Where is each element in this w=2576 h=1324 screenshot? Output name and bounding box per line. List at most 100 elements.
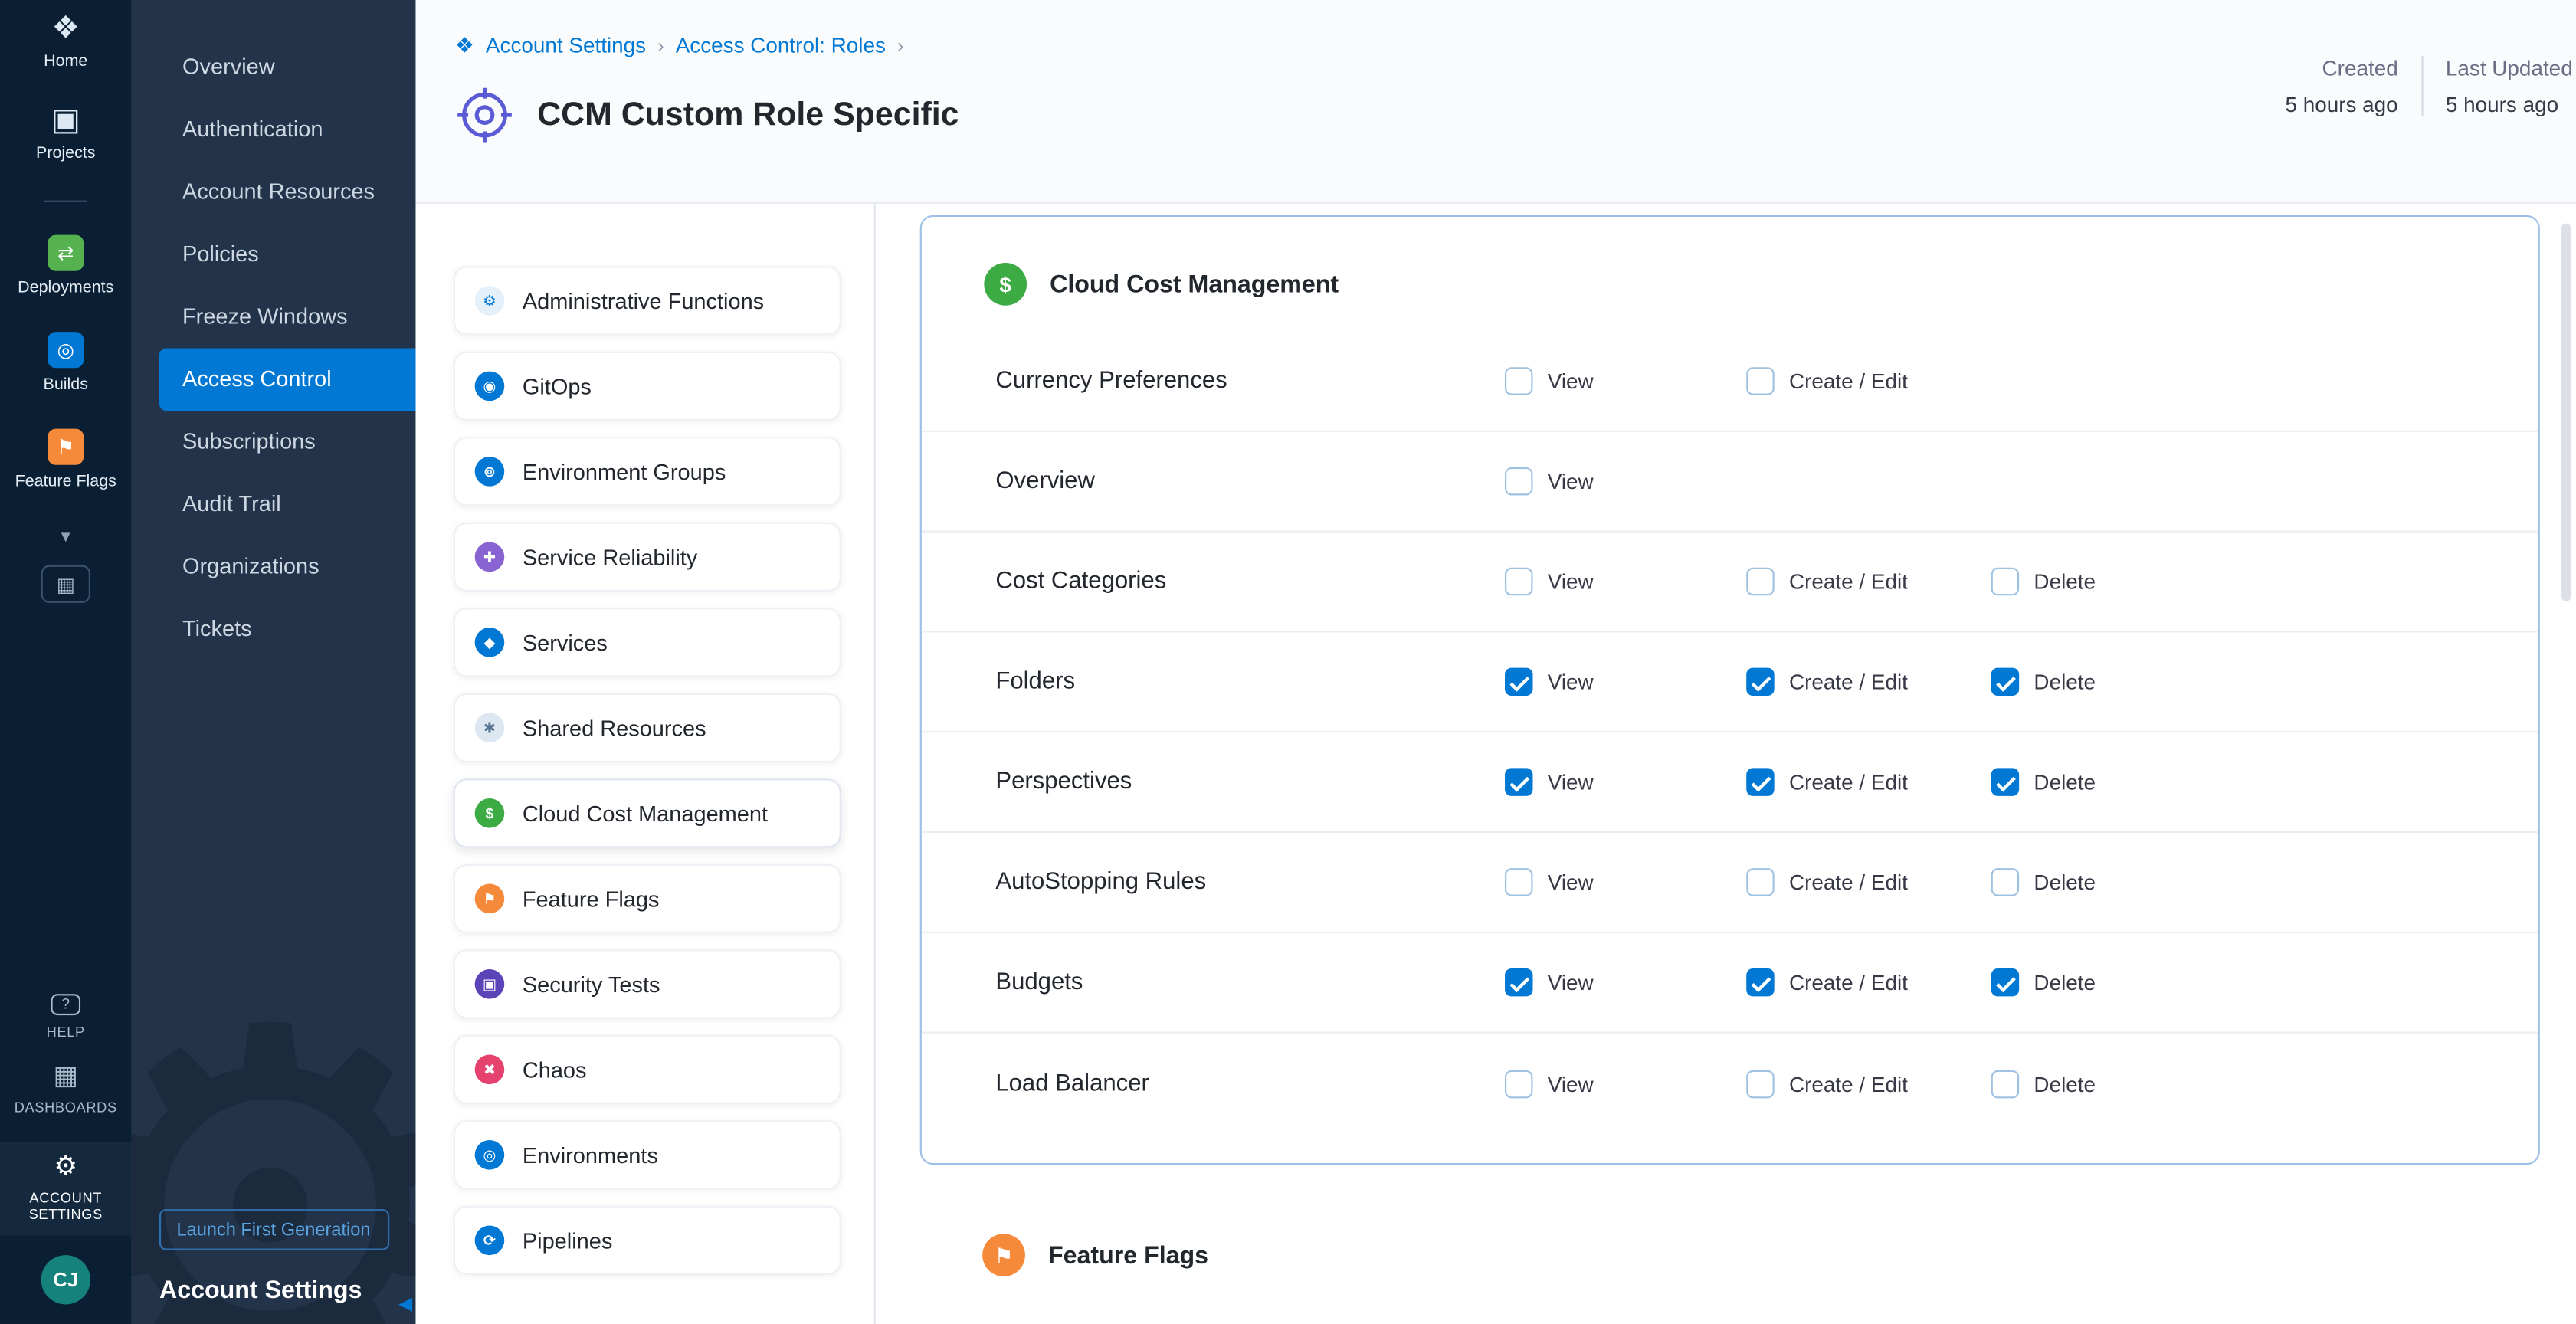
checkbox-checked-icon[interactable]: [1746, 768, 1774, 795]
sidebar-item-overview[interactable]: Overview: [132, 36, 416, 98]
permission-cost-categories-view[interactable]: View: [1505, 568, 1594, 595]
checkbox-unchecked-icon[interactable]: [1505, 1070, 1532, 1097]
permission-cost-categories-create-edit[interactable]: Create / Edit: [1746, 568, 1908, 595]
checkbox-unchecked-icon[interactable]: [1991, 1070, 2019, 1097]
created-value: 5 hours ago: [2285, 92, 2397, 116]
category-service-reliability[interactable]: ✚ Service Reliability: [454, 523, 841, 592]
checkbox-checked-icon[interactable]: [1746, 668, 1774, 696]
rail-item-projects[interactable]: ▣ Projects: [0, 105, 132, 164]
cloud-cost-management-icon: $: [475, 798, 505, 828]
environments-icon: ◎: [475, 1140, 505, 1170]
meta-divider: [2421, 56, 2423, 116]
checkbox-unchecked-icon[interactable]: [1505, 568, 1532, 595]
checkbox-unchecked-icon[interactable]: [1505, 467, 1532, 495]
permission-load-balancer-view[interactable]: View: [1505, 1070, 1594, 1097]
checkbox-unchecked-icon[interactable]: [1991, 568, 2019, 595]
permission-budgets-create-edit[interactable]: Create / Edit: [1746, 968, 1908, 996]
category-security-tests[interactable]: ▣ Security Tests: [454, 949, 841, 1018]
sidebar-item-audit-trail[interactable]: Audit Trail: [132, 474, 416, 536]
sidebar-item-access-control[interactable]: Access Control: [159, 349, 415, 411]
checkbox-unchecked-icon[interactable]: [1746, 367, 1774, 395]
dashboards-grid-icon: ▦: [54, 1065, 78, 1091]
permission-perspectives-create-edit[interactable]: Create / Edit: [1746, 768, 1908, 795]
category-feature-flags[interactable]: ⚑ Feature Flags: [454, 864, 841, 933]
checkbox-checked-icon[interactable]: [1505, 968, 1532, 996]
main-area: ❖Account Settings›Access Control: Roles›…: [415, 0, 2576, 1324]
created-meta: Created 5 hours ago: [2285, 56, 2397, 116]
permission-cost-categories-delete[interactable]: Delete: [1991, 568, 2096, 595]
page-title: CCM Custom Role Specific: [537, 96, 959, 133]
permission-perspectives-view[interactable]: View: [1505, 768, 1594, 795]
category-gitops[interactable]: ◉ GitOps: [454, 352, 841, 421]
permission-load-balancer-create-edit[interactable]: Create / Edit: [1746, 1070, 1908, 1097]
checkbox-unchecked-icon[interactable]: [1746, 1070, 1774, 1097]
rail-item-deployments[interactable]: ⇄ Deployments: [0, 235, 132, 300]
rail-item-home[interactable]: ❖ Home: [0, 13, 132, 72]
content: ⚙ Administrative Functions ◉ GitOps ⊚ En…: [415, 204, 2576, 1324]
permission-perspectives-delete[interactable]: Delete: [1991, 768, 2096, 795]
permission-currency-preferences-create-edit[interactable]: Create / Edit: [1746, 367, 1908, 395]
sidebar-item-account-resources[interactable]: Account Resources: [132, 161, 416, 223]
sidebar-item-freeze-windows[interactable]: Freeze Windows: [132, 286, 416, 348]
permission-load-balancer-delete[interactable]: Delete: [1991, 1070, 2096, 1097]
permission-row-currency-preferences: Currency Preferences View Create / Edit: [922, 332, 2538, 432]
permission-folders-delete[interactable]: Delete: [1991, 668, 2096, 696]
sidebar-item-authentication[interactable]: Authentication: [132, 99, 416, 161]
permission-row-budgets: Budgets View Create / Edit Delete: [922, 933, 2538, 1034]
scrollbar[interactable]: [2561, 224, 2571, 601]
category-chaos[interactable]: ✖ Chaos: [454, 1035, 841, 1104]
harness-logo-icon: ❖: [51, 13, 80, 44]
permission-folders-view[interactable]: View: [1505, 668, 1594, 696]
permission-overview-view[interactable]: View: [1505, 467, 1594, 495]
breadcrumb-link-access-control-roles[interactable]: Access Control: Roles: [676, 33, 886, 57]
gitops-icon: ◉: [475, 372, 505, 401]
checkbox-checked-icon[interactable]: [1991, 768, 2019, 795]
sidebar-item-subscriptions[interactable]: Subscriptions: [132, 411, 416, 473]
checkbox-unchecked-icon[interactable]: [1746, 568, 1774, 595]
permission-folders-create-edit[interactable]: Create / Edit: [1746, 668, 1908, 696]
permission-currency-preferences-view[interactable]: View: [1505, 367, 1594, 395]
rail-item-dashboards[interactable]: ▦ DASHBOARDS: [0, 1065, 132, 1116]
checkbox-checked-icon[interactable]: [1746, 968, 1774, 996]
category-environments[interactable]: ◎ Environments: [454, 1120, 841, 1189]
category-services[interactable]: ◆ Services: [454, 608, 841, 677]
launch-first-generation-button[interactable]: Launch First Generation: [159, 1209, 388, 1250]
checkbox-checked-icon[interactable]: [1991, 968, 2019, 996]
chaos-icon: ✖: [475, 1055, 505, 1085]
rail-item-builds[interactable]: ◎ Builds: [0, 332, 132, 396]
avatar[interactable]: CJ: [41, 1255, 90, 1304]
module-picker-button[interactable]: ▦: [41, 565, 90, 603]
rail-item-help[interactable]: ? HELP: [0, 995, 132, 1041]
sidebar-item-tickets[interactable]: Tickets: [132, 598, 416, 660]
category-cloud-cost-management[interactable]: $ Cloud Cost Management: [454, 778, 841, 847]
category-environment-groups[interactable]: ⊚ Environment Groups: [454, 437, 841, 506]
checkbox-unchecked-icon[interactable]: [1505, 367, 1532, 395]
checkbox-checked-icon[interactable]: [1991, 668, 2019, 696]
rail-item-feature-flags[interactable]: ⚑ Feature Flags: [0, 429, 132, 493]
category-administrative-functions[interactable]: ⚙ Administrative Functions: [454, 266, 841, 335]
permission-autostopping-rules-create-edit[interactable]: Create / Edit: [1746, 868, 1908, 896]
checkbox-unchecked-icon[interactable]: [1746, 868, 1774, 896]
breadcrumb-separator: ›: [897, 34, 904, 57]
permission-autostopping-rules-delete[interactable]: Delete: [1991, 868, 2096, 896]
chevron-down-icon[interactable]: ▾: [61, 526, 70, 546]
permission-budgets-delete[interactable]: Delete: [1991, 968, 2096, 996]
rail-item-account-settings[interactable]: ⚙ ACCOUNT SETTINGS: [0, 1141, 132, 1235]
checkbox-unchecked-icon[interactable]: [1991, 868, 2019, 896]
breadcrumb-separator: ›: [657, 34, 664, 57]
permission-row-load-balancer: Load Balancer View Create / Edit Delete: [922, 1034, 2538, 1134]
permission-row-cost-categories: Cost Categories View Create / Edit Delet…: [922, 533, 2538, 633]
checkbox-checked-icon[interactable]: [1505, 768, 1532, 795]
collapse-sidebar-icon[interactable]: ◀: [398, 1293, 412, 1314]
checkbox-unchecked-icon[interactable]: [1505, 868, 1532, 896]
permissions-section-title: Cloud Cost Management: [1050, 270, 1339, 298]
category-shared-resources[interactable]: ✱ Shared Resources: [454, 693, 841, 762]
sidebar-item-policies[interactable]: Policies: [132, 224, 416, 286]
category-pipelines[interactable]: ⟳ Pipelines: [454, 1206, 841, 1275]
permission-autostopping-rules-view[interactable]: View: [1505, 868, 1594, 896]
permission-budgets-view[interactable]: View: [1505, 968, 1594, 996]
builds-icon: ◎: [48, 332, 84, 368]
sidebar-item-organizations[interactable]: Organizations: [132, 536, 416, 598]
checkbox-checked-icon[interactable]: [1505, 668, 1532, 696]
breadcrumb-link-account-settings[interactable]: Account Settings: [486, 33, 646, 57]
